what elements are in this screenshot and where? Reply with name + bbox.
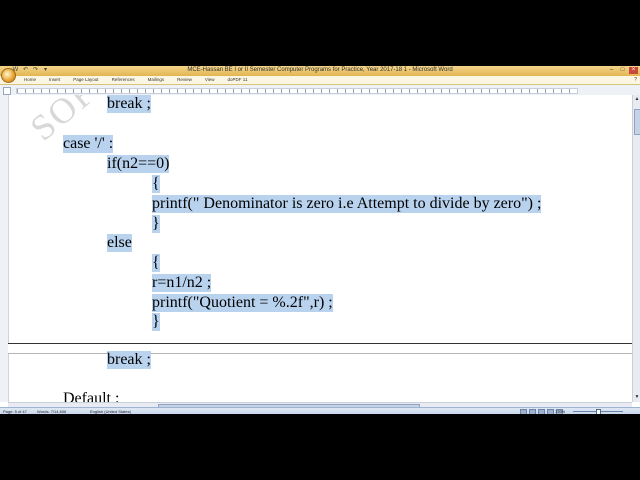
close-button[interactable]: ×: [629, 67, 638, 74]
language-indicator[interactable]: English (United States): [90, 409, 131, 414]
print-layout-icon[interactable]: [520, 409, 527, 414]
word-window: W ↶ ↷ ▾ MCE-Hassan BE I or II Semester C…: [0, 66, 640, 414]
tab-selector[interactable]: [3, 87, 11, 95]
window-title: MCE-Hassan BE I or II Semester Computer …: [187, 67, 453, 73]
code-line-close-brace-2[interactable]: }: [152, 313, 160, 331]
scroll-thumb[interactable]: [634, 109, 640, 135]
title-bar: W ↶ ↷ ▾ MCE-Hassan BE I or II Semester C…: [0, 66, 640, 76]
page-indicator[interactable]: Page: 5 of 47: [3, 409, 27, 414]
web-layout-icon[interactable]: [538, 409, 545, 414]
code-line-printf-quotient[interactable]: printf("Quotient = %.2f",r) ;: [152, 294, 333, 312]
outline-icon[interactable]: [547, 409, 554, 414]
code-line-case-divide[interactable]: case '/' :: [63, 135, 114, 153]
help-icon[interactable]: ?: [634, 77, 637, 83]
tab-insert[interactable]: Insert: [49, 77, 60, 82]
code-line-open-brace-2[interactable]: {: [152, 254, 160, 272]
code-line-assign[interactable]: r=n1/n2 ;: [152, 274, 212, 292]
word-count[interactable]: Words: 7/14,606: [37, 409, 66, 414]
zoom-slider-knob[interactable]: [596, 409, 601, 414]
code-line-if[interactable]: if(n2==0): [107, 155, 170, 173]
document-area[interactable]: SOFT break ; case '/' : if(n2==0) { prin…: [0, 95, 632, 402]
zoom-level[interactable]: 170%: [555, 409, 565, 414]
code-line-break-2[interactable]: break ;: [107, 351, 151, 369]
window-controls: – □ ×: [607, 67, 638, 74]
page-break: [8, 343, 632, 354]
tab-page-layout[interactable]: Page Layout: [73, 77, 98, 82]
office-button[interactable]: [1, 68, 16, 83]
code-line-break-1[interactable]: break ;: [107, 95, 151, 113]
full-screen-icon[interactable]: [529, 409, 536, 414]
ribbon-tabs: Home Insert Page Layout References Maili…: [0, 76, 640, 85]
tab-home[interactable]: Home: [24, 77, 36, 82]
code-line-close-brace-1[interactable]: }: [152, 215, 160, 233]
tab-view[interactable]: View: [205, 77, 215, 82]
vertical-scrollbar[interactable]: ▲ ▼: [632, 95, 640, 402]
maximize-button[interactable]: □: [618, 67, 627, 74]
tab-review[interactable]: Review: [177, 77, 192, 82]
code-line-open-brace-1[interactable]: {: [152, 175, 160, 193]
code-line-printf-denominator[interactable]: printf(" Denominator is zero i.e Attempt…: [152, 195, 542, 213]
tab-mailings[interactable]: Mailings: [148, 77, 165, 82]
code-line-else[interactable]: else: [107, 234, 132, 252]
ruler-scale: [16, 88, 578, 94]
status-bar: Page: 5 of 47 Words: 7/14,606 English (U…: [0, 407, 640, 414]
minimize-button[interactable]: –: [607, 67, 616, 74]
tab-references[interactable]: References: [112, 77, 135, 82]
scroll-down-icon[interactable]: ▼: [634, 394, 640, 400]
vertical-ruler: [0, 95, 9, 402]
scroll-up-icon[interactable]: ▲: [634, 96, 640, 102]
code-line-default[interactable]: Default :: [63, 390, 119, 402]
tab-dopdf[interactable]: doPDF 11: [228, 77, 248, 82]
